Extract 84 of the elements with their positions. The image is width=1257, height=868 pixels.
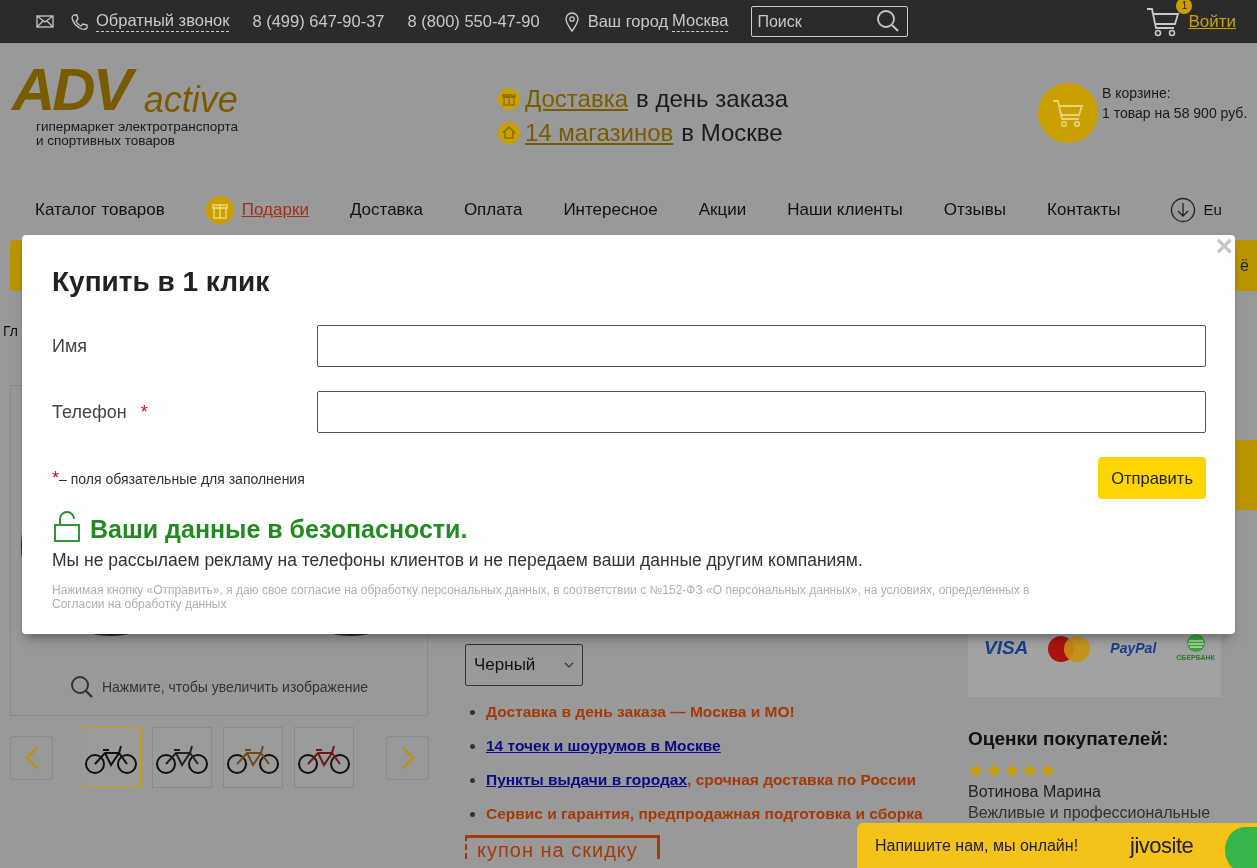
chevron-down-icon [564, 662, 574, 668]
thumbnail[interactable] [223, 727, 283, 788]
submit-button[interactable]: Отправить [1098, 457, 1206, 499]
thumbnail[interactable] [81, 727, 141, 788]
phone-number: 8 (800) 550-47-90 [407, 11, 540, 33]
thumbnail[interactable] [152, 727, 212, 788]
nav-link[interactable]: Интересное [563, 197, 658, 223]
zoom-hint: Нажмите, чтобы увеличить изображение [101, 677, 369, 697]
cart-count-badge: 1 [1176, 0, 1193, 14]
cart-icon [1052, 98, 1084, 128]
benefit-text: , срочная доставка по России [687, 770, 916, 791]
nav-link[interactable]: Отзывы [943, 197, 1007, 223]
star-icon [986, 761, 1002, 778]
field-label: Имя [52, 334, 88, 358]
benefit-text: Доставка в день заказа — Москва и МО! [486, 702, 795, 723]
cart-summary: 1 товар на 58 900 руб. [1102, 104, 1248, 123]
promo-text: в день заказа [636, 84, 789, 114]
review-author: Вотинова Марина [968, 781, 1102, 802]
city-label: Ваш город [587, 11, 669, 33]
search-icon[interactable] [876, 9, 901, 33]
visa-logo: VISA [984, 636, 1029, 661]
download-icon[interactable] [1170, 197, 1197, 223]
mail-icon [36, 15, 54, 28]
gift-icon [498, 88, 520, 110]
coupon-label: купон на скидку [465, 835, 660, 859]
field-label: Телефон [52, 400, 127, 424]
banner-text: ё [1240, 255, 1249, 276]
side-panel [1236, 440, 1257, 510]
logo-text: active [143, 80, 239, 120]
bullet-icon [470, 777, 475, 783]
reviews-title: Оценки покупателей: [968, 727, 1170, 751]
required-note: *– поля обязательные для заполнения [52, 466, 305, 490]
bullet-icon [470, 811, 475, 817]
paypal-logo: PayPal [1110, 639, 1157, 658]
cart-icon[interactable] [1146, 5, 1181, 38]
nav-link[interactable]: Доставка [349, 197, 423, 223]
promo-text: в Москве [681, 118, 783, 148]
city-link[interactable]: Москва [672, 11, 729, 32]
nav-link[interactable]: Каталог товаров [35, 197, 165, 223]
house-icon [498, 122, 520, 144]
star-icon [1040, 761, 1056, 778]
select-value: Черный [474, 654, 536, 677]
benefit-link[interactable]: Пункты выдачи в городах [486, 768, 688, 792]
callback-link[interactable]: Обратный звонок [96, 11, 230, 32]
bullet-icon [470, 709, 475, 715]
review-text: Вежливые и профессиональные [968, 802, 1212, 823]
thumbnail[interactable] [294, 727, 354, 788]
color-select[interactable]: Черный [465, 644, 583, 686]
nav-link[interactable]: Акции [698, 197, 747, 223]
star-icon [968, 761, 984, 778]
security-title: Ваши данные в безопасности. [90, 515, 468, 543]
leaf-icon [1225, 827, 1257, 868]
phone-number: 8 (499) 647-90-37 [252, 11, 385, 33]
required-mark: * [140, 400, 148, 424]
mastercard-logo [1048, 635, 1091, 662]
star-icon [1022, 761, 1038, 778]
chat-text: Напишите нам, мы онлайн! [875, 835, 1079, 856]
chat-widget[interactable]: Напишите нам, мы онлайн! jivosite [857, 823, 1257, 868]
padlock-icon [52, 511, 82, 543]
nav-link[interactable]: Наши клиенты [787, 197, 903, 223]
consent-text: Нажимая кнопку «Отправить», я даю свое согласие на обработку персональных данных, в соответствии с №152-ФЗ «О персональных данных», на условиях, определенных в Согласии на обработку данных [52, 583, 1031, 611]
chevron-left-icon [24, 745, 39, 770]
modal-title: Купить в 1 клик [52, 265, 271, 299]
input-field[interactable] [317, 325, 1206, 367]
nav-link[interactable]: Eu [1203, 198, 1222, 222]
phone-icon [70, 12, 88, 31]
security-text: Мы не рассылаем рекламу на телефоны клиентов и не передаем ваши данные другим компаниям. [52, 549, 864, 571]
magnifier-icon [69, 675, 94, 699]
benefit-text: Сервис и гарантия, предпродажная подготовка и сборка [486, 804, 923, 825]
benefit-link[interactable]: 14 точек и шоурумов в Москве [486, 734, 721, 758]
search-field[interactable]: Поиск [751, 6, 909, 37]
chat-brand-logo: jivosite [1130, 832, 1194, 860]
nav-link[interactable]: Контакты [1047, 197, 1121, 223]
sberbank-logo-icon [1184, 633, 1207, 654]
logo-text: ADV [12, 60, 140, 120]
gift-icon [205, 196, 234, 224]
star-icon [1004, 761, 1020, 778]
bullet-icon [470, 743, 475, 749]
cart-label: В корзине: [1102, 84, 1172, 103]
chevron-right-icon [400, 745, 415, 770]
input-field[interactable] [317, 391, 1206, 433]
location-pin-icon [563, 11, 580, 32]
nav-link[interactable]: Оплата [463, 197, 523, 223]
logo-tagline: гипермаркет электротранспорта и спортивных товаров [36, 120, 240, 148]
